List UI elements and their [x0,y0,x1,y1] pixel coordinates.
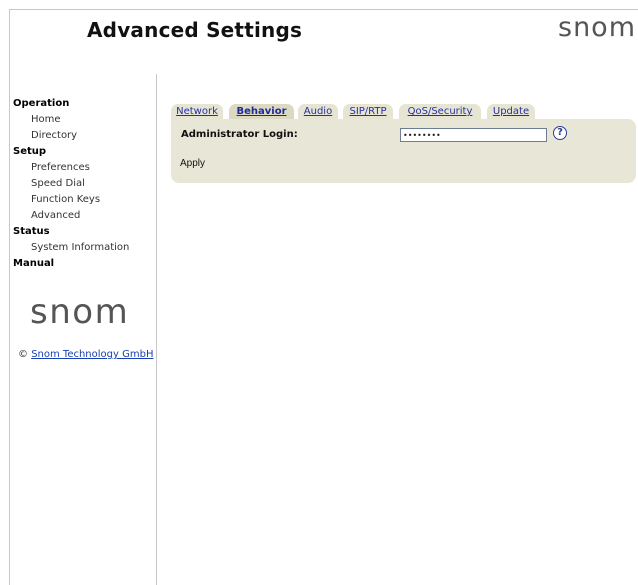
copyright: © Snom Technology GmbH [18,349,153,360]
sidebar-item-directory[interactable]: Directory [13,128,155,144]
help-icon[interactable]: ? [553,126,567,140]
admin-login-label: Administrator Login: [181,129,298,140]
sidebar-section-status: Status [13,226,50,237]
sidebar-item-function-keys[interactable]: Function Keys [13,192,155,208]
sidebar-item-preferences[interactable]: Preferences [13,160,155,176]
apply-button[interactable]: Apply [180,158,205,169]
sidebar-section-operation: Operation [13,98,70,109]
sidebar-item-home[interactable]: Home [13,112,155,128]
tab-network[interactable]: Network [171,104,223,119]
tab-behavior[interactable]: Behavior [229,104,294,119]
copyright-link[interactable]: Snom Technology GmbH [31,349,153,360]
sidebar-divider [156,74,157,585]
page-title: Advanced Settings [87,18,303,42]
snom-logo: snom [558,12,636,43]
snom-logo-sidebar: snom [30,292,130,332]
sidebar-item-speed-dial[interactable]: Speed Dial [13,176,155,192]
page-frame-left [9,9,10,585]
page-frame-top [9,9,638,10]
sidebar-item-advanced[interactable]: Advanced [13,208,155,224]
tab-update[interactable]: Update [487,104,535,119]
sidebar: Operation Home Directory Setup Preferenc… [13,96,155,272]
tab-qos-security[interactable]: QoS/Security [399,104,481,119]
tab-audio[interactable]: Audio [298,104,338,119]
copyright-symbol: © [18,349,28,360]
admin-login-password-field[interactable] [400,128,547,142]
sidebar-section-setup: Setup [13,146,47,157]
tab-sip-rtp[interactable]: SIP/RTP [343,104,393,119]
sidebar-item-system-information[interactable]: System Information [13,240,155,256]
sidebar-section-manual[interactable]: Manual [13,256,155,272]
